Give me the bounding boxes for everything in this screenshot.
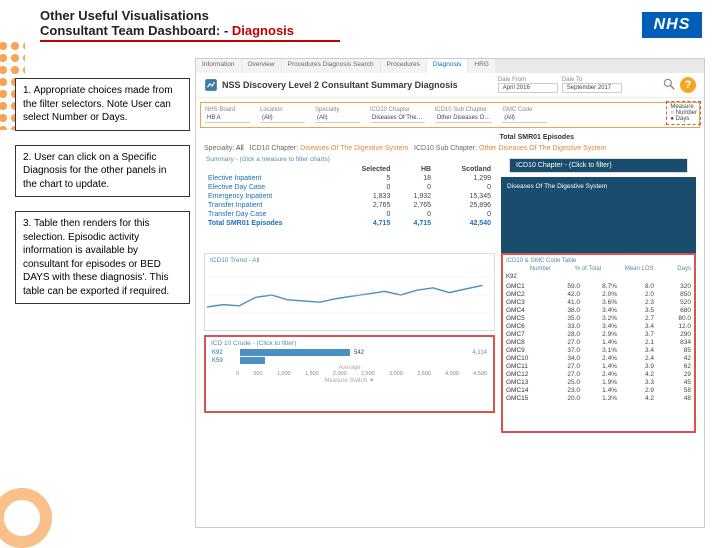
help-icon[interactable]: ? [680,77,696,93]
table-row[interactable]: Elective Day Case000 [204,183,495,192]
gmc-row[interactable]: GMC535.03.2%2.780.0 [506,314,691,322]
total-heading: Total SMR01 Episodes [196,132,704,143]
dashboard-header: NSS Discovery Level 2 Consultant Summary… [196,73,704,98]
tab-bar: Information Overview Procedures Diagnosi… [196,59,704,73]
summary-table: SelectedHBScotland Elective Inpatient518… [204,165,495,228]
tab-overview[interactable]: Overview [242,59,281,73]
date-from-field[interactable]: Date FromApril 2016 [498,77,558,93]
gmc-row[interactable]: GMC159.08.7%8.0320 [506,282,691,290]
gmc-row[interactable]: GMC1325.01.9%3.345 [506,378,691,386]
annotation-1: 1. Appropriate choices made from the fil… [15,78,190,131]
table-row[interactable]: Emergency Inpatient1,8331,93215,345 [204,192,495,201]
filter-bar: NHS BoardHB A Location(All) Specialty(Al… [200,102,700,128]
k92-label: K92 [506,274,691,280]
gmc-row[interactable]: GMC1227.02.4%4.229 [506,370,691,378]
gmc-row[interactable]: GMC1034.02.4%2.442 [506,354,691,362]
search-icon[interactable] [662,77,676,91]
filter-specialty[interactable]: Specialty(All) [315,107,360,123]
dashboard-title: NSS Discovery Level 2 Consultant Summary… [222,80,458,90]
measure-switch[interactable]: Measure Switch ▼ [208,378,491,384]
gmc-row[interactable]: GMC242.02.0%2.0850 [506,290,691,298]
filter-nhs-board[interactable]: NHS BoardHB A [205,107,250,123]
date-to-field[interactable]: Date ToSeptember 2017 [562,77,622,93]
trend-chart[interactable]: ICD10 Trend - All [204,253,495,331]
annotation-3: 3. Table then renders for this selection… [15,211,190,304]
gmc-row[interactable]: GMC1520.01.3%4.248 [506,394,691,402]
gmc-row[interactable]: GMC438.03.4%3.5680 [506,306,691,314]
gmc-row[interactable]: GMC937.03.1%3.485 [506,346,691,354]
tab-procedures[interactable]: Procedures [381,59,426,73]
tab-information[interactable]: Information [196,59,241,73]
table-row[interactable]: Elective Inpatient5181,299 [204,174,495,183]
annotation-panel: 1. Appropriate choices made from the fil… [15,78,190,318]
gmc-code-table[interactable]: ICD10 & GMC Code Table Number% of TotalM… [501,253,696,433]
table-row[interactable]: Transfer Day Case000 [204,210,495,219]
gmc-row[interactable]: GMC728.02.9%3.7290 [506,330,691,338]
tab-proc-diag-search[interactable]: Procedures Diagnosis Search [282,59,380,73]
gmc-row[interactable]: GMC827.01.4%2.1834 [506,338,691,346]
icd10-chapter-value[interactable]: Diseases Of The Digestive System [501,177,696,253]
app-icon [204,78,218,92]
measure-toggle[interactable]: Measure ○ Number ● Days [666,101,701,125]
page-title: Other Useful Visualisations Consultant T… [40,8,340,42]
breadcrumb: Specialty: All ICD10 Chapter: Diseases O… [196,143,704,154]
gmc-row[interactable]: GMC1423.01.4%2.958 [506,386,691,394]
decorative-ring [0,488,52,548]
summary-label: Summary - (click a measure to filter cha… [204,154,495,165]
gmc-row[interactable]: GMC1127.01.4%3.962 [506,362,691,370]
nhs-logo: NHS [642,12,702,38]
filter-icd10-chapter[interactable]: ICD10 ChapterDiseases Of The… [370,107,425,123]
table-total-row[interactable]: Total SMR01 Episodes4,7154,71542,540 [204,219,495,228]
gmc-row[interactable]: GMC341.03.6%2.3520 [506,298,691,306]
gmc-row[interactable]: GMC633.03.4%3.412.0 [506,322,691,330]
table-row[interactable]: Transfer Inpatient2,7652,76525,896 [204,201,495,210]
filter-icd10-subchapter[interactable]: ICD10 Sub ChapterOther Diseases O… [435,107,493,123]
icd10-chapter-panel[interactable]: ICD10 Chapter - (Click to filter) [509,158,688,173]
crude-axis: 05001,0001,5002,0002,5003,0003,5004,0004… [236,371,487,377]
tab-diagnosis[interactable]: Diagnosis [427,59,468,73]
tab-hrg[interactable]: HRG [468,59,494,73]
annotation-2: 2. User can click on a Specific Diagnosi… [15,145,190,198]
filter-location[interactable]: Location(All) [260,107,305,123]
filter-gmc-code[interactable]: GMC Code(All) [502,107,547,123]
crude-chart[interactable]: ICD 10 Crude - (Click to filter) K925424… [204,335,495,413]
dashboard-frame: Information Overview Procedures Diagnosi… [195,58,705,528]
